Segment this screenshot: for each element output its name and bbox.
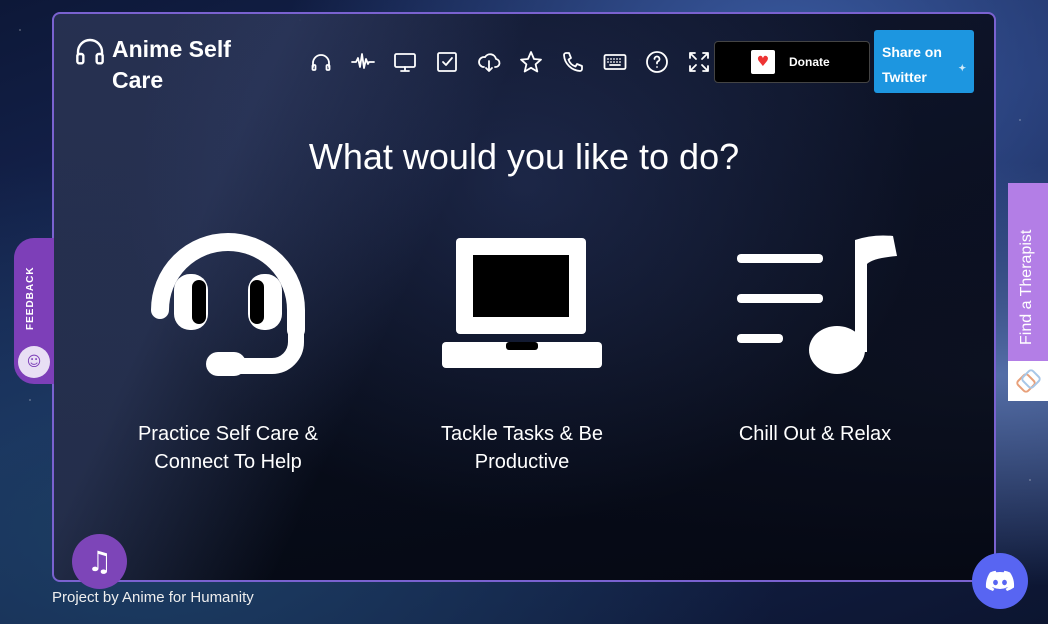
feedback-label: FEEDBACK — [25, 266, 36, 330]
headphones-icon[interactable] — [300, 46, 342, 78]
headphones-logo-icon — [76, 38, 104, 65]
therapist-logo-icon — [1008, 361, 1048, 401]
discord-button[interactable] — [972, 553, 1028, 609]
smiley-icon: ☺ — [18, 346, 50, 378]
option-label: Practice Self Care & Connect To Help — [137, 423, 319, 473]
star-icon[interactable] — [510, 46, 552, 78]
donate-label: Donate — [789, 55, 830, 69]
playlist-music-icon — [737, 235, 897, 374]
share-twitter-button[interactable]: Share on Twitter ✦ — [874, 30, 974, 93]
keyboard-icon[interactable] — [594, 46, 636, 78]
headset-icon — [151, 233, 305, 376]
toolbar — [300, 46, 720, 78]
monitor-icon[interactable] — [384, 46, 426, 78]
phone-icon[interactable] — [552, 46, 594, 78]
music-note-icon: ♫ — [86, 545, 113, 578]
music-player-button[interactable]: ♫ — [72, 534, 127, 589]
app-title: Anime Self Care — [112, 36, 231, 93]
checkbox-icon[interactable] — [426, 46, 468, 78]
feedback-tab[interactable]: FEEDBACK ☺ — [14, 238, 54, 384]
laptop-icon — [442, 238, 602, 368]
option-label: Tackle Tasks & Be Productive — [441, 423, 603, 473]
help-icon[interactable] — [636, 46, 678, 78]
therapist-label: Find a Therapist — [1018, 229, 1035, 345]
find-therapist-tab[interactable]: Find a Therapist — [1008, 183, 1048, 401]
donate-button[interactable]: ♥ Donate — [714, 41, 870, 83]
option-self-care[interactable]: Practice Self Care & Connect To Help — [108, 220, 348, 476]
waveform-icon[interactable] — [342, 46, 384, 78]
app-logo[interactable]: Anime Self Care — [74, 34, 252, 96]
discord-icon — [985, 570, 1015, 591]
page-heading: What would you like to do? — [308, 136, 740, 177]
option-productivity[interactable]: Tackle Tasks & Be Productive — [400, 220, 644, 476]
twitter-icon: ✦ — [958, 63, 966, 73]
footer-credit: Project by Anime for Humanity — [52, 589, 254, 606]
share-label: Share on Twitter — [882, 44, 942, 85]
cloud-download-icon[interactable] — [468, 46, 510, 78]
option-label: Chill Out & Relax — [738, 423, 892, 445]
option-relax[interactable]: Chill Out & Relax — [700, 220, 930, 448]
heart-icon: ♥ — [751, 50, 775, 74]
